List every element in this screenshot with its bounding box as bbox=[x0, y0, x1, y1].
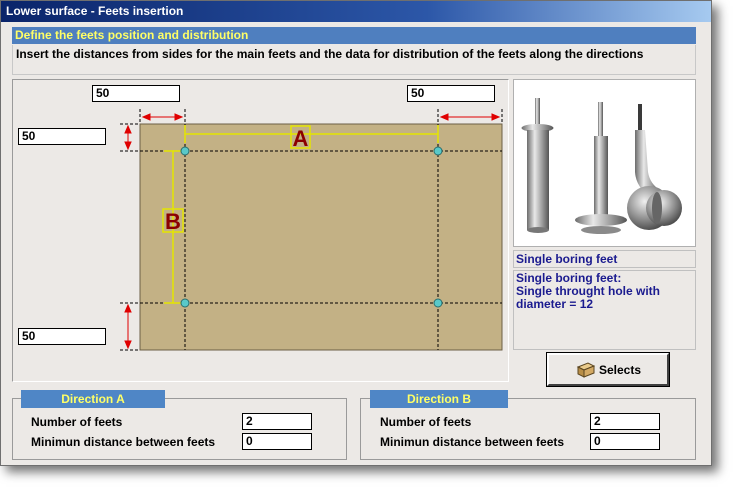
board-surface bbox=[139, 123, 503, 351]
foot-marker-top-right bbox=[433, 146, 443, 156]
direction-b-number-input[interactable]: 2 bbox=[590, 413, 660, 430]
selects-button[interactable]: Selects bbox=[546, 352, 670, 387]
foot-model-cylinder bbox=[521, 98, 554, 233]
direction-a-min-distance-label: Minimun distance between feets bbox=[31, 435, 216, 449]
direction-a-title: Direction A bbox=[21, 390, 165, 408]
dimension-left-top bbox=[124, 124, 132, 151]
feet-type-name: Single boring feet bbox=[513, 250, 696, 268]
feets-insertion-window: Lower surface - Feets insertion Define t… bbox=[0, 0, 712, 466]
direction-b-min-distance-label: Minimun distance between feets bbox=[380, 435, 565, 449]
dimension-top-right bbox=[439, 113, 501, 121]
direction-a-number-input[interactable]: 2 bbox=[242, 413, 312, 430]
top-left-distance-input[interactable]: 50 bbox=[92, 85, 180, 102]
direction-a-min-distance-input[interactable]: 0 bbox=[242, 433, 312, 450]
left-bottom-distance-input[interactable]: 50 bbox=[18, 328, 106, 345]
dimension-left-bottom bbox=[124, 303, 132, 350]
direction-a-number-label: Number of feets bbox=[31, 415, 123, 429]
selects-button-label: Selects bbox=[598, 362, 642, 377]
left-top-distance-input[interactable]: 50 bbox=[18, 128, 106, 145]
top-right-distance-input[interactable]: 50 bbox=[407, 85, 495, 102]
foot-model-wheel bbox=[627, 104, 682, 230]
foot-marker-bottom-left bbox=[180, 298, 190, 308]
label-b: B bbox=[165, 209, 181, 234]
foot-marker-bottom-right bbox=[433, 298, 443, 308]
box-icon bbox=[576, 361, 595, 378]
foot-marker-top-left bbox=[180, 146, 190, 156]
direction-b-number-label: Number of feets bbox=[380, 415, 472, 429]
direction-b-min-distance-input[interactable]: 0 bbox=[590, 433, 660, 450]
foot-model-pin bbox=[575, 102, 627, 234]
feet-illustration bbox=[521, 98, 682, 234]
feet-models-image bbox=[513, 79, 696, 247]
dimension-top-left bbox=[141, 113, 184, 121]
feet-type-description: Single boring feet: Single throught hole… bbox=[513, 270, 696, 350]
label-a: A bbox=[293, 126, 309, 151]
direction-b-title: Direction B bbox=[370, 390, 508, 408]
